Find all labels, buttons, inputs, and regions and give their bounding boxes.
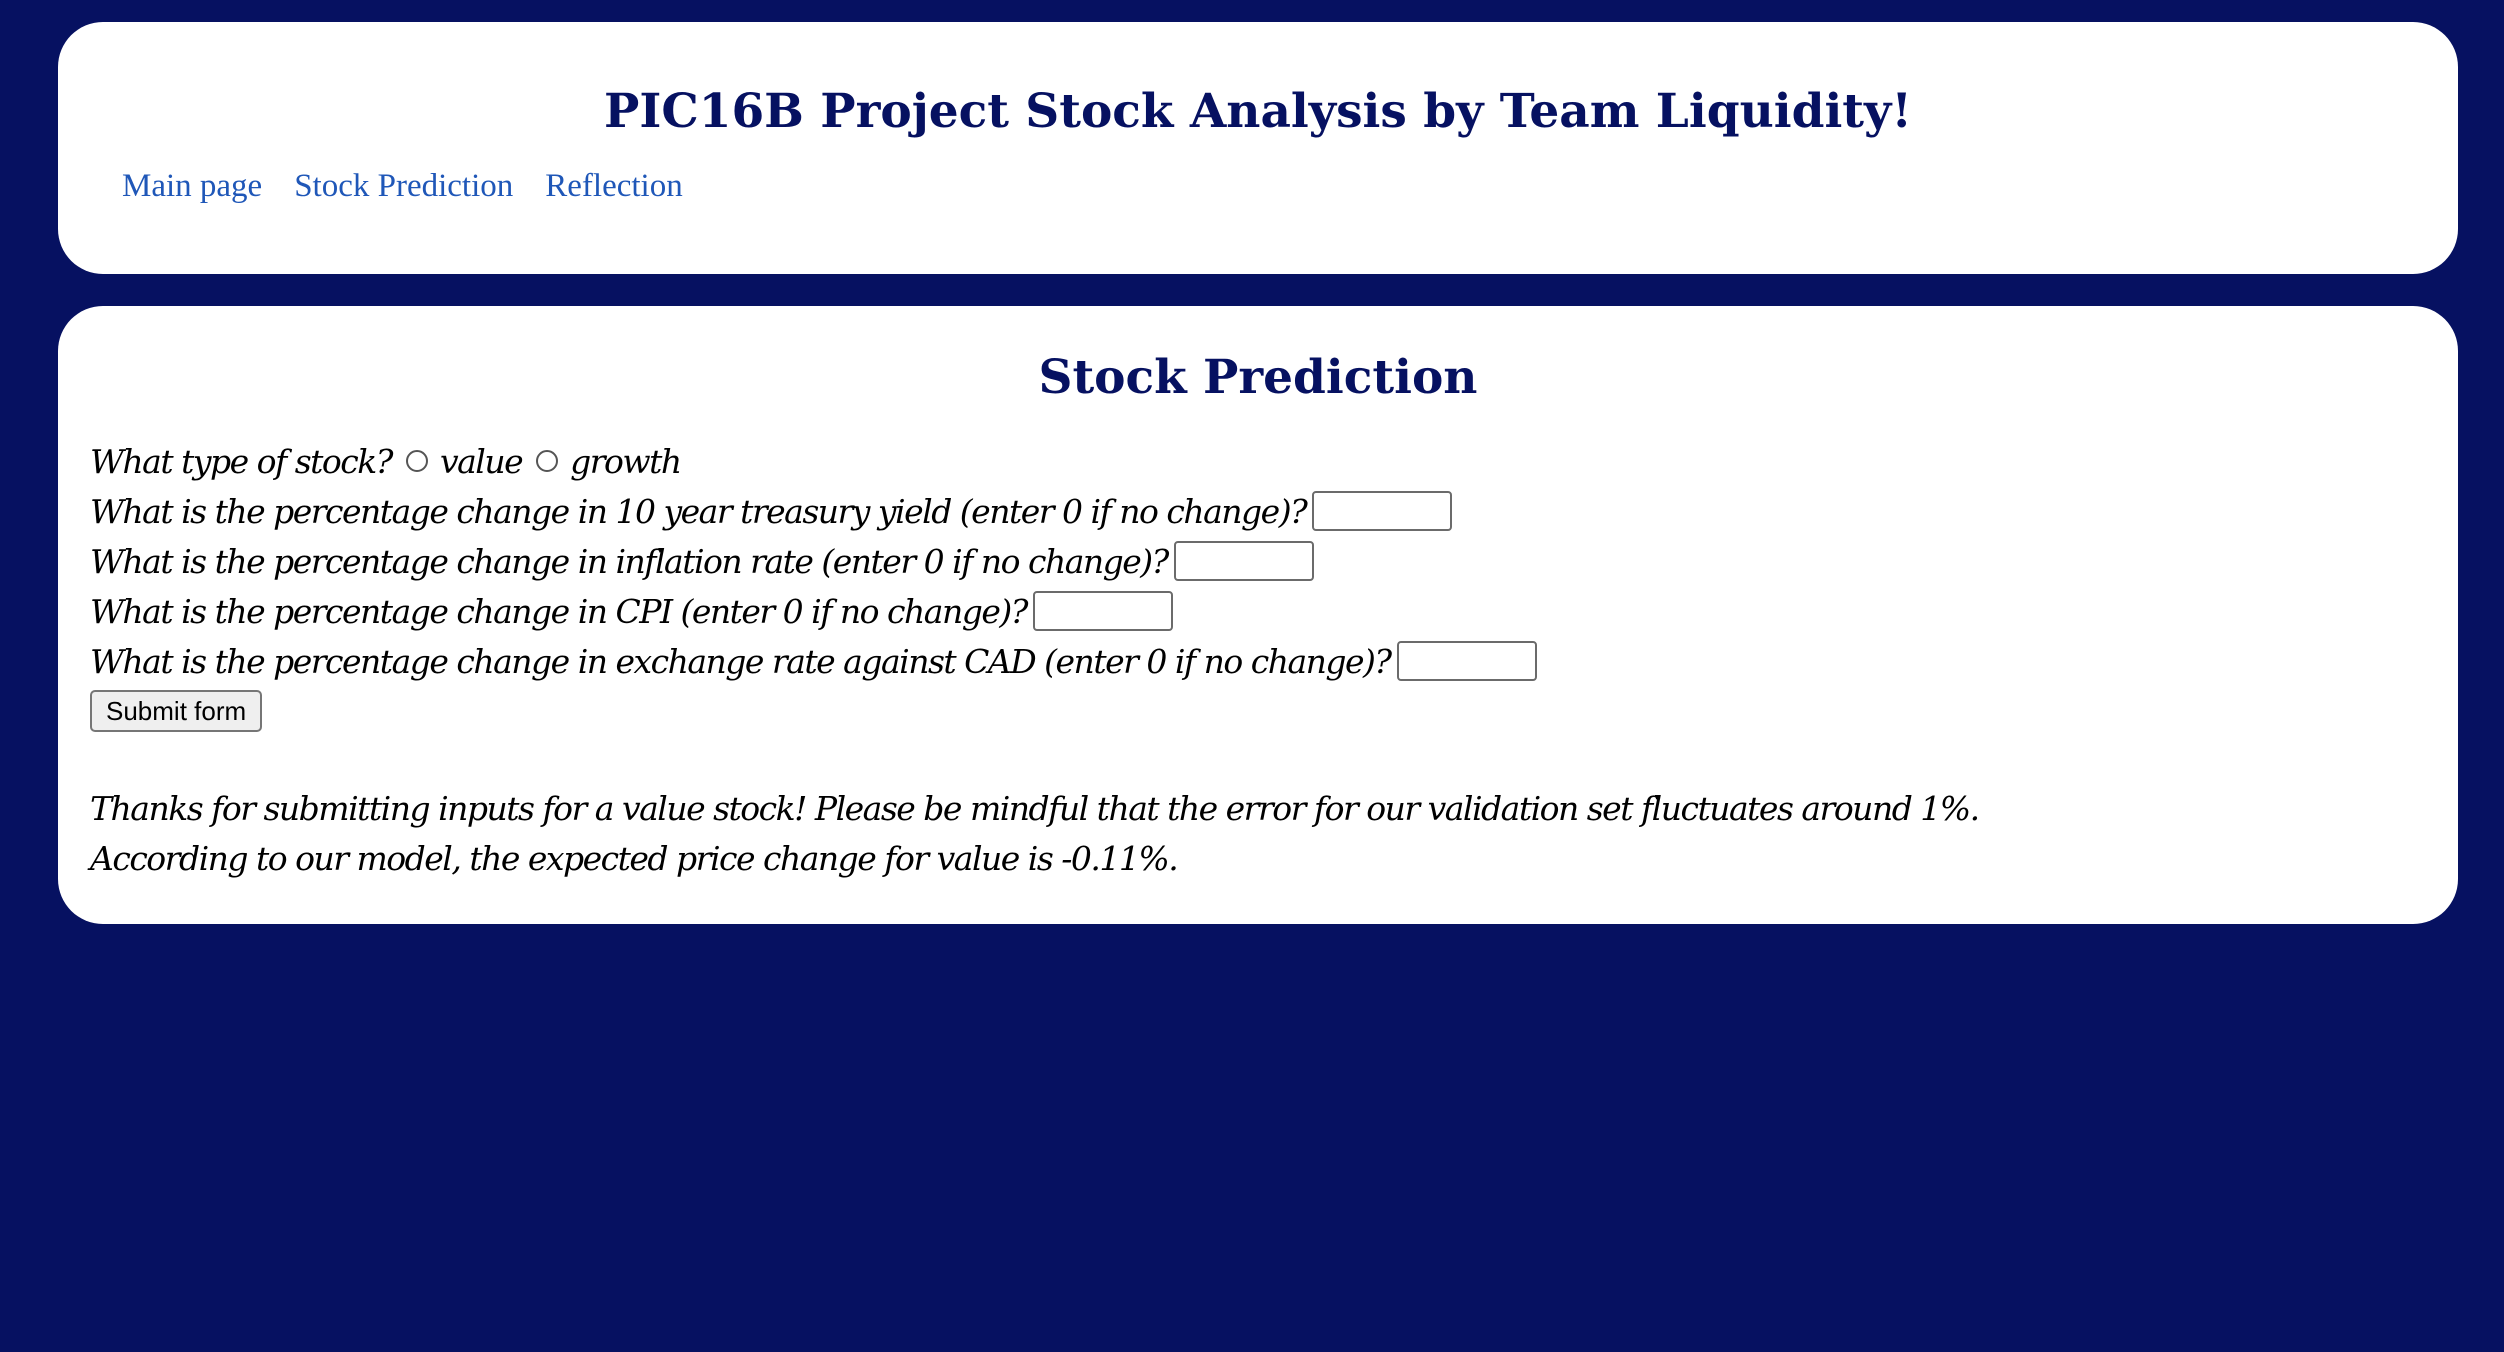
nav-link-stock-prediction[interactable]: Stock Prediction [294, 170, 513, 203]
main-card: Stock Prediction What type of stock? val… [58, 306, 2458, 924]
stock-type-label: What type of stock? [90, 441, 393, 481]
result-line-2: According to our model, the expected pri… [90, 839, 1179, 878]
exchange-rate-label: What is the percentage change in exchang… [90, 641, 1392, 681]
inflation-rate-label: What is the percentage change in inflati… [90, 541, 1169, 581]
treasury-yield-label: What is the percentage change in 10 year… [90, 491, 1308, 531]
cpi-row: What is the percentage change in CPI (en… [90, 586, 1537, 636]
inflation-rate-row: What is the percentage change in inflati… [90, 536, 1537, 586]
result-line-1: Thanks for submitting inputs for a value… [90, 789, 1980, 828]
treasury-yield-row: What is the percentage change in 10 year… [90, 486, 1537, 536]
site-title: PIC16B Project Stock Analysis by Team Li… [604, 84, 1912, 139]
nav-link-reflection[interactable]: Reflection [545, 170, 682, 203]
header-card: PIC16B Project Stock Analysis by Team Li… [58, 22, 2458, 274]
exchange-rate-input[interactable] [1396, 641, 1537, 681]
treasury-yield-input[interactable] [1312, 491, 1453, 531]
result-text: Thanks for submitting inputs for a value… [90, 784, 1980, 884]
stock-type-row: What type of stock? value growth [90, 436, 1537, 486]
section-title: Stock Prediction [1038, 350, 1478, 405]
radio-growth[interactable] [536, 450, 559, 472]
nav-link-main-page[interactable]: Main page [122, 170, 262, 203]
submit-form-button[interactable]: Submit form [90, 690, 263, 732]
cpi-label: What is the percentage change in CPI (en… [90, 591, 1028, 631]
nav-bar: Main page Stock Prediction Reflection [122, 170, 683, 203]
radio-value-label: value [439, 441, 524, 481]
exchange-rate-row: What is the percentage change in exchang… [90, 636, 1537, 686]
radio-growth-label: growth [570, 441, 682, 481]
cpi-input[interactable] [1032, 591, 1173, 631]
radio-value[interactable] [405, 450, 428, 472]
inflation-rate-input[interactable] [1173, 541, 1314, 581]
prediction-form: What type of stock? value growth What is… [90, 436, 1537, 732]
